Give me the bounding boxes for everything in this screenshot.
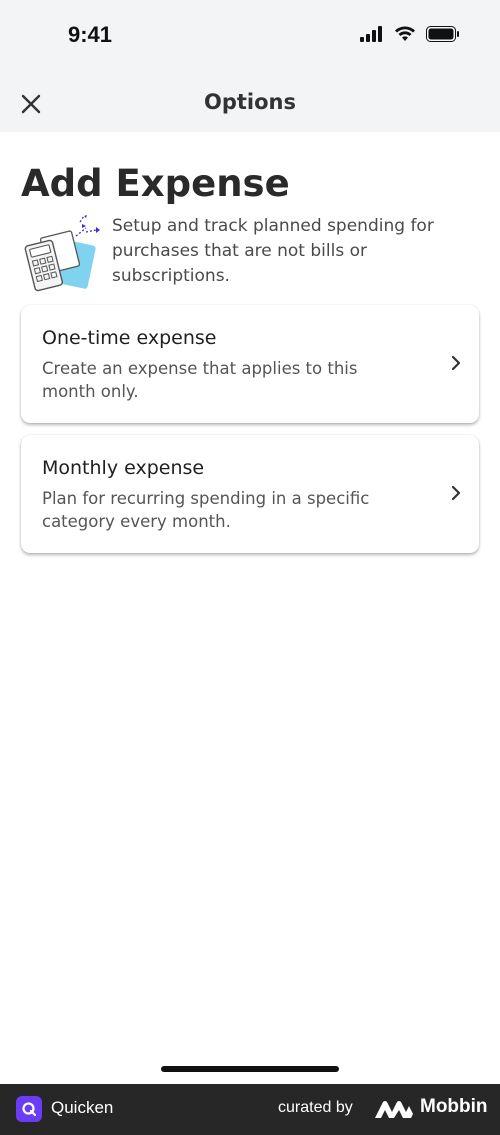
intro-section: Setup and track planned spending for pur… bbox=[24, 214, 480, 294]
monthly-expense-option[interactable]: Monthly expense Plan for recurring spend… bbox=[21, 435, 479, 553]
status-bar: 9:41 bbox=[0, 0, 500, 75]
intro-text: Setup and track planned spending for pur… bbox=[112, 216, 434, 286]
signal-icon bbox=[360, 26, 384, 46]
battery-icon bbox=[426, 26, 460, 46]
mobbin-logo-icon bbox=[375, 1100, 413, 1118]
wifi-icon bbox=[394, 26, 416, 46]
page-title: Add Expense bbox=[21, 162, 290, 205]
nav-bar: Options bbox=[0, 75, 500, 132]
status-icons bbox=[360, 26, 460, 46]
chevron-right-icon bbox=[449, 483, 463, 503]
option-title: Monthly expense bbox=[42, 457, 205, 479]
option-description: Plan for recurring spending in a specifi… bbox=[42, 489, 370, 531]
option-description: Create an expense that applies to this m… bbox=[42, 359, 358, 401]
home-indicator bbox=[161, 1066, 339, 1072]
calculator-illustration bbox=[24, 214, 102, 292]
option-title: One-time expense bbox=[42, 327, 217, 349]
footer-brand: Mobbin bbox=[420, 1096, 488, 1117]
chevron-right-icon bbox=[449, 353, 463, 373]
footer-app-name: Quicken bbox=[51, 1098, 114, 1117]
footer-curated-label: curated by bbox=[278, 1099, 353, 1116]
nav-title: Options bbox=[204, 90, 296, 114]
footer: Quicken curated by Mobbin bbox=[0, 1084, 500, 1135]
one-time-expense-option[interactable]: One-time expense Create an expense that … bbox=[21, 305, 479, 423]
quicken-logo-icon bbox=[16, 1096, 42, 1122]
status-time: 9:41 bbox=[68, 22, 113, 47]
